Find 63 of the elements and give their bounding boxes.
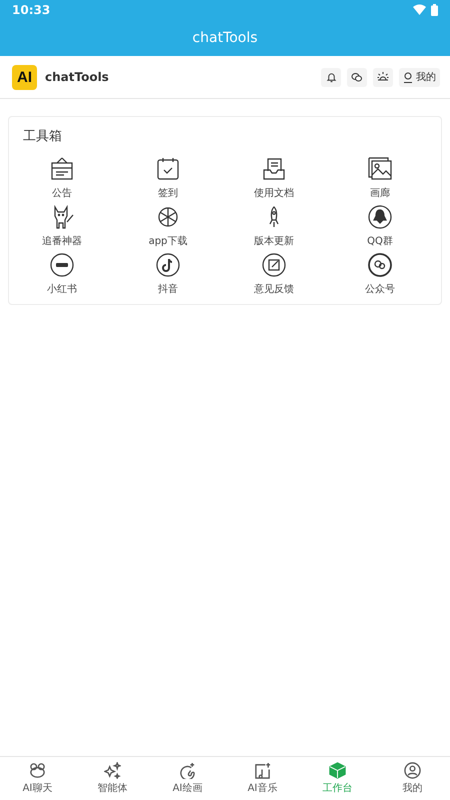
tool-item[interactable]: 追番神器 [9, 205, 115, 248]
document-tray-icon [262, 157, 286, 181]
app-name: chatTools [45, 70, 109, 84]
app-logo: AI [12, 64, 37, 90]
app-title: chatTools [192, 30, 258, 46]
tool-item[interactable]: 签到 [115, 157, 221, 200]
tool-label: 意见反馈 [254, 282, 294, 296]
tool-label: 签到 [158, 187, 178, 200]
tool-label: 版本更新 [254, 234, 294, 248]
nav-tab[interactable]: AI绘画 [150, 757, 225, 800]
battery-icon [431, 4, 438, 16]
sun-icon [377, 71, 389, 83]
tool-label: 使用文档 [254, 186, 294, 200]
notice-board-icon [50, 157, 74, 181]
bear-face-icon [29, 762, 46, 779]
image-icon [368, 157, 392, 181]
tool-item[interactable]: 使用文档 [221, 157, 327, 200]
theme-button[interactable] [373, 68, 393, 86]
tool-item[interactable]: QQ群 [327, 205, 433, 248]
tool-label: 画廊 [370, 186, 390, 200]
nav-tab[interactable]: AI音乐 [225, 757, 300, 800]
tab-label: AI绘画 [172, 782, 202, 795]
tool-label: app下载 [148, 234, 188, 248]
cube-icon [329, 762, 346, 779]
tool-item[interactable]: 公告 [9, 157, 115, 200]
bell-icon [326, 72, 336, 82]
tab-label: 我的 [402, 782, 422, 795]
tool-item[interactable]: 公众号 [327, 253, 433, 296]
tool-label: 公告 [52, 186, 72, 200]
nav-tab[interactable]: 智能体 [75, 757, 150, 800]
tool-label: 小红书 [47, 282, 77, 296]
wifi-icon [413, 4, 426, 15]
clock: 10:33 [12, 2, 50, 16]
tool-item[interactable]: 抖音 [115, 253, 221, 296]
notification-button[interactable] [321, 68, 341, 86]
calendar-check-icon [156, 157, 180, 181]
tool-item[interactable]: 画廊 [327, 157, 433, 200]
chat-bubbles-icon [368, 253, 392, 277]
music-note-icon [156, 253, 180, 277]
tool-item[interactable]: 版本更新 [221, 205, 327, 248]
profile-button[interactable]: 我的 [399, 68, 440, 86]
nav-tab[interactable]: 我的 [375, 757, 450, 800]
tab-label: 智能体 [98, 782, 128, 795]
penguin-icon [368, 205, 392, 229]
chat-button[interactable] [347, 68, 367, 86]
tool-item[interactable]: 意见反馈 [221, 253, 327, 296]
edit-icon [262, 253, 286, 277]
nav-tab[interactable]: AI聊天 [0, 757, 75, 800]
tool-item[interactable]: 小红书 [9, 253, 115, 296]
sparkles-icon [104, 762, 121, 779]
music-note-icon [254, 762, 271, 779]
card-title: 工具箱 [22, 128, 63, 145]
tab-label: AI聊天 [22, 782, 52, 795]
tool-label: 抖音 [158, 282, 178, 296]
tool-label: 追番神器 [42, 234, 82, 248]
tool-item[interactable]: app下载 [115, 205, 221, 248]
tab-label: 工作台 [322, 782, 352, 795]
chat-bubbles-icon [351, 72, 363, 82]
tool-label: QQ群 [367, 235, 393, 248]
tab-label: AI音乐 [248, 782, 278, 795]
user-icon [403, 72, 413, 82]
user-icon [404, 762, 421, 779]
tool-label: 公众号 [365, 283, 395, 296]
